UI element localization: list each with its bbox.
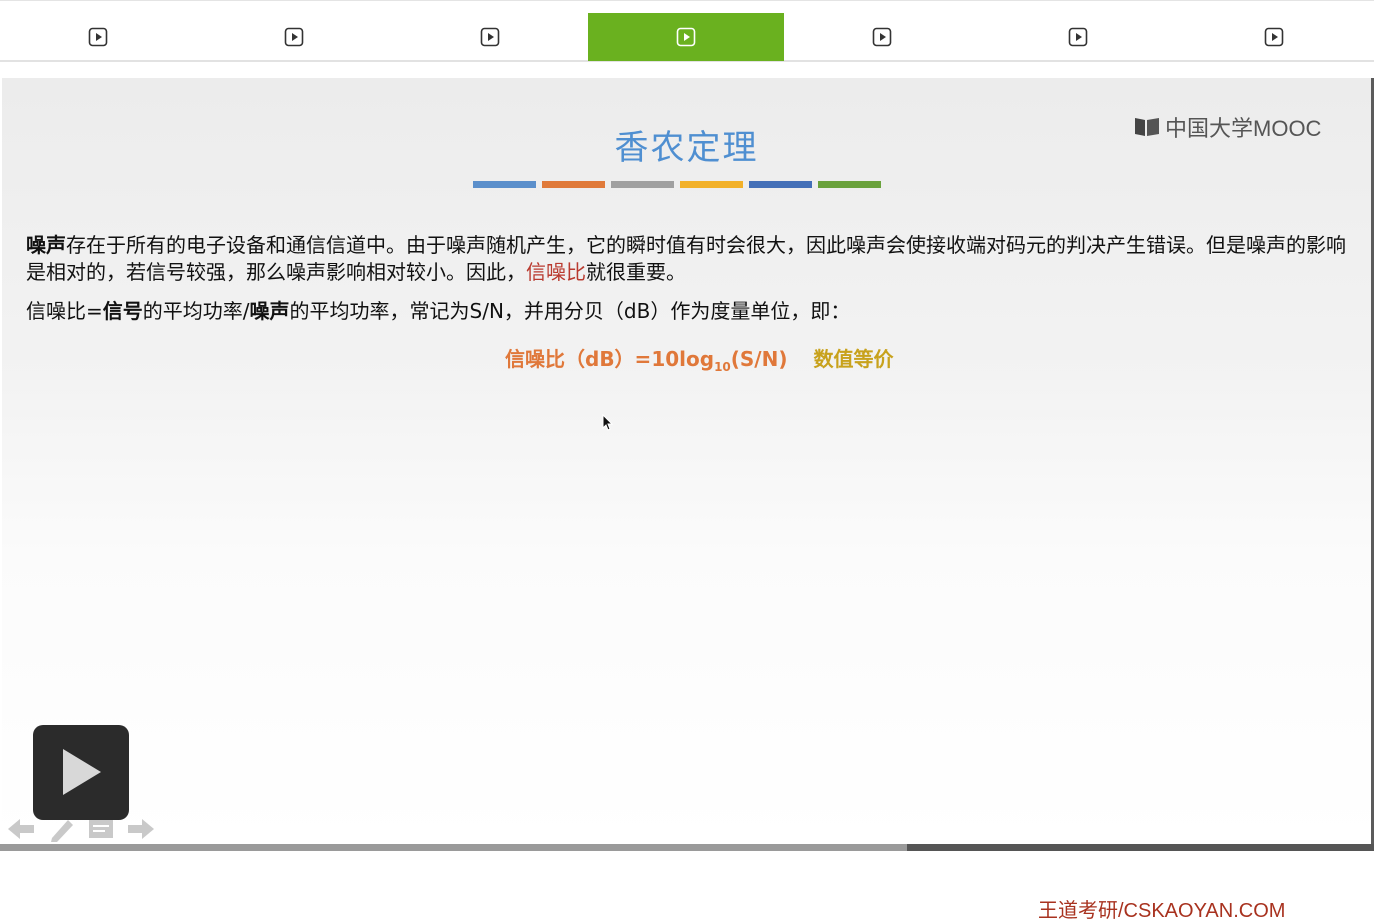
chapter-tab-2[interactable] — [196, 13, 392, 61]
buffered-bar — [0, 844, 907, 851]
logo-text: 中国大学MOOC — [1165, 116, 1322, 141]
color-bar-3 — [611, 181, 674, 188]
play-icon — [63, 749, 101, 795]
chapter-tab-5[interactable] — [784, 13, 980, 61]
pen-icon[interactable] — [48, 816, 76, 846]
snr-def-c: 的平均功率/ — [142, 299, 250, 323]
play-button[interactable] — [33, 725, 129, 820]
snr-def-e: 的平均功率，常记为S/N，并用分贝（dB）作为度量单位，即： — [289, 299, 851, 323]
color-bar-1 — [473, 181, 536, 188]
play-box-icon — [872, 27, 892, 47]
formula-expression: 信噪比（dB）=10log10(S/N) — [505, 343, 788, 374]
term-noise: 噪声 — [26, 233, 66, 257]
chapter-tab-1[interactable] — [0, 13, 196, 61]
back-arrow-icon[interactable] — [8, 817, 36, 845]
mouse-cursor-icon — [602, 414, 614, 431]
chapter-tab-6[interactable] — [980, 13, 1176, 61]
formula-right: (S/N) — [730, 347, 788, 371]
term-signal: 信号 — [102, 299, 143, 323]
noise-paragraph-text: 存在于所有的电子设备和通信信道中。由于噪声随机产生，它的瞬时值有时会很大，因此噪… — [26, 233, 1346, 284]
chapter-tab-3[interactable] — [392, 13, 588, 61]
title-color-bars — [473, 181, 887, 188]
color-bar-5 — [749, 181, 812, 188]
noise-paragraph-tail: 就很重要。 — [586, 260, 686, 284]
book-logo-icon — [1135, 118, 1159, 136]
notes-icon[interactable] — [88, 818, 114, 844]
snr-definition: 信噪比=信号的平均功率/噪声的平均功率，常记为S/N，并用分贝（dB）作为度量单… — [26, 298, 1346, 325]
play-box-icon — [1068, 27, 1088, 47]
chapter-tab-4[interactable] — [588, 13, 784, 61]
video-progress-bar[interactable] — [0, 844, 1374, 851]
forward-arrow-icon[interactable] — [126, 817, 154, 845]
noise-paragraph: 噪声存在于所有的电子设备和通信信道中。由于噪声随机产生，它的瞬时值有时会很大，因… — [26, 232, 1346, 286]
play-box-icon — [480, 27, 500, 47]
snr-formula: 信噪比（dB）=10log10(S/N) 数值等价 — [505, 343, 894, 374]
play-box-icon — [676, 27, 696, 47]
play-box-icon — [284, 27, 304, 47]
slide-footer: 王道考研/CSKAOYAN.COM — [1038, 900, 1286, 922]
mooc-logo: 中国大学MOOC — [1133, 111, 1321, 143]
color-bar-4 — [680, 181, 743, 188]
player-toolbar — [8, 816, 166, 846]
formula-subscript: 10 — [714, 360, 731, 374]
term-noise-2: 噪声 — [249, 299, 290, 323]
play-box-icon — [88, 27, 108, 47]
snr-def-a: 信噪比= — [26, 299, 103, 323]
lecture-slide: 香农定理 中国大学MOOC 噪声存在于所有的电子设备和通信信道中。由于噪声随机产… — [2, 78, 1374, 922]
chapter-tab-bar — [0, 0, 1374, 62]
term-snr: 信噪比 — [526, 260, 586, 284]
color-bar-2 — [542, 181, 605, 188]
formula-left: 信噪比（dB）=10log — [505, 347, 715, 371]
color-bar-6 — [818, 181, 881, 188]
formula-note: 数值等价 — [813, 347, 894, 371]
play-box-icon — [1264, 27, 1284, 47]
chapter-tab-7[interactable] — [1176, 13, 1372, 61]
